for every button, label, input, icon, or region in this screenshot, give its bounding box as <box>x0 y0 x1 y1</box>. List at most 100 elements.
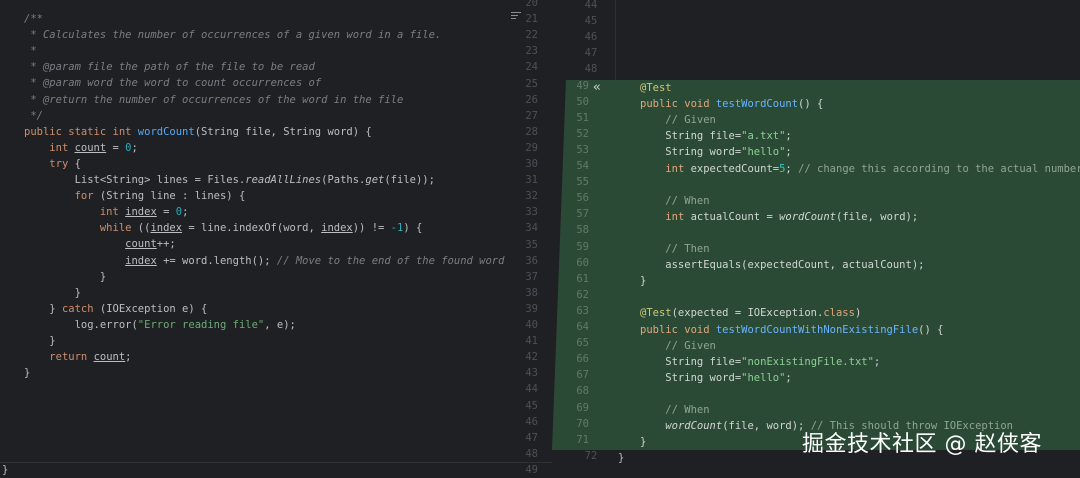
code-token: the number of occurrences of the word in… <box>87 93 404 106</box>
left-code-line[interactable]: * @return the number of occurrences of t… <box>24 92 403 108</box>
right-code-line[interactable]: String file="nonExistingFile.txt"; <box>640 354 880 370</box>
left-code-line[interactable]: try { <box>24 156 81 172</box>
code-token: log.error( <box>24 318 138 331</box>
line-number: 49 <box>576 79 589 92</box>
code-token: (expected = IOException. <box>671 307 824 320</box>
line-number: 61 <box>576 272 589 285</box>
left-code-line[interactable]: int count = 0; <box>24 140 138 156</box>
right-code-line[interactable]: assertEquals(expectedCount, actualCount)… <box>640 257 924 273</box>
right-code-line[interactable]: String file="a.txt"; <box>640 128 791 144</box>
line-number: 32 <box>525 190 538 203</box>
code-token: } <box>640 436 647 449</box>
code-token: } <box>24 302 62 315</box>
code-token: (file, word); <box>722 420 811 433</box>
left-code-line[interactable]: } catch (IOException e) { <box>24 301 207 317</box>
left-code-line[interactable]: public static int wordCount(String file,… <box>24 124 372 140</box>
right-code-line[interactable]: // Given <box>640 338 716 354</box>
code-token: ) <box>854 307 862 320</box>
line-number: 57 <box>576 208 589 221</box>
left-code-line[interactable]: * @param file the path of the file to be… <box>24 59 315 75</box>
code-token: public void <box>640 323 716 336</box>
line-number: 46 <box>584 31 598 44</box>
line-number: 45 <box>584 15 598 28</box>
line-number: 67 <box>576 369 589 382</box>
code-token: String file= <box>640 355 742 368</box>
code-token: * <box>24 61 43 74</box>
code-token: (file)); <box>384 174 435 186</box>
line-number: 45 <box>525 399 538 412</box>
code-token: ; <box>125 351 132 364</box>
code-token: try <box>49 157 69 170</box>
left-code-line[interactable]: * <box>24 43 37 59</box>
left-code-line[interactable]: } <box>24 365 30 381</box>
left-code-line[interactable]: } <box>24 269 106 285</box>
left-code-line[interactable]: for (String line : lines) { <box>24 188 246 204</box>
code-token: "Error reading file" <box>137 318 265 331</box>
line-number: 69 <box>576 401 589 414</box>
chevron-double-left-icon[interactable]: « <box>593 80 601 96</box>
code-token: (String line : lines) { <box>93 190 246 203</box>
left-code-line[interactable]: log.error("Error reading file", e); <box>24 317 296 333</box>
left-code-line[interactable]: } <box>24 333 56 349</box>
code-token: (String file, String word) { <box>194 125 372 138</box>
right-code-line[interactable]: String word="hello"; <box>640 370 791 386</box>
code-token: (Paths. <box>321 174 366 186</box>
right-code-line[interactable]: @Test <box>640 80 672 96</box>
left-code-line[interactable]: count++; <box>24 236 176 252</box>
code-token: @Test <box>640 82 672 94</box>
left-code-line[interactable]: List<String> lines = Files.readAllLines(… <box>24 172 435 188</box>
left-code-line[interactable]: /** <box>24 11 43 27</box>
left-code-line[interactable]: } <box>24 285 81 301</box>
line-number: 51 <box>576 111 589 124</box>
closing-brace: } <box>2 464 9 476</box>
code-token: } <box>24 335 56 347</box>
left-code-line[interactable]: while ((index = line.indexOf(word, index… <box>24 220 422 236</box>
right-code-line[interactable]: // Given <box>640 112 716 128</box>
code-token: wordCount <box>137 125 195 138</box>
left-code-line[interactable]: * @param word the word to count occurren… <box>24 75 321 91</box>
line-number: 63 <box>576 304 589 317</box>
right-code-line[interactable]: } <box>640 273 646 289</box>
code-token: word <box>87 77 113 90</box>
code-token: /** <box>24 13 43 25</box>
code-token: += word.length(); <box>156 254 277 267</box>
code-token: () { <box>798 98 824 111</box>
code-token: * <box>24 45 37 58</box>
line-number: 53 <box>576 143 589 156</box>
left-code-line[interactable]: int index = 0; <box>24 204 189 220</box>
right-code-line[interactable]: int actualCount = wordCount(file, word); <box>640 209 918 225</box>
left-code-line[interactable]: index += word.length(); // Move to the e… <box>24 253 504 269</box>
code-token: for <box>74 190 94 203</box>
code-token: ; <box>785 146 792 159</box>
right-code-line[interactable]: @Test(expected = IOException.class) <box>640 305 861 321</box>
line-number: 24 <box>525 61 538 74</box>
line-number: 25 <box>525 77 538 90</box>
code-token: */ <box>24 109 43 122</box>
code-token: String file= <box>640 130 742 143</box>
right-code-line[interactable]: // When <box>640 402 709 418</box>
left-code-line[interactable]: * Calculates the number of occurrences o… <box>24 27 441 43</box>
code-token: count <box>74 141 107 154</box>
line-number: 52 <box>576 127 589 140</box>
right-code-line[interactable]: // Then <box>640 241 709 257</box>
right-code-line[interactable]: int expectedCount=5; // change this acco… <box>640 161 1080 177</box>
right-code-line[interactable]: // When <box>640 193 709 209</box>
right-code-line[interactable]: public void testWordCount() { <box>640 96 823 112</box>
left-editor-pane[interactable]: /** * Calculates the number of occurrenc… <box>0 0 552 478</box>
line-number: 21 <box>525 13 538 26</box>
line-number: 39 <box>525 302 538 315</box>
left-code-line[interactable]: return count; <box>24 349 132 365</box>
left-code-line[interactable]: */ <box>24 108 43 124</box>
right-code-line[interactable]: String word="hello"; <box>640 144 792 160</box>
right-code-line[interactable]: public void testWordCountWithNonExisting… <box>640 322 943 338</box>
code-token: expectedCount= <box>684 162 780 175</box>
right-code-line[interactable]: } <box>640 434 646 450</box>
line-number: 71 <box>576 433 589 446</box>
code-token: readAllLines <box>245 174 322 186</box>
code-token: (( <box>131 222 151 235</box>
